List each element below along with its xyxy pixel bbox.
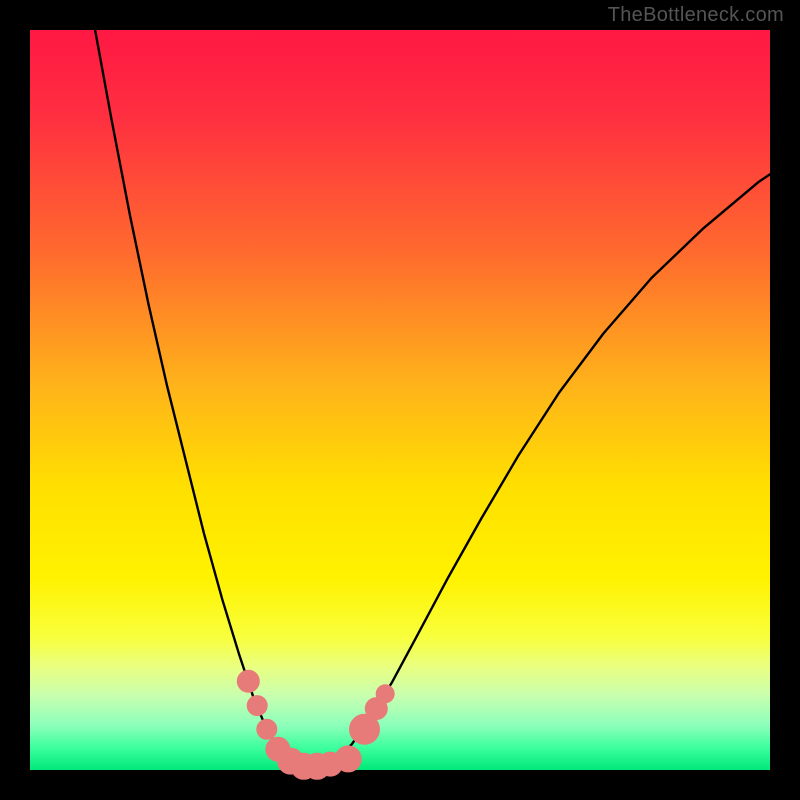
chart-container: TheBottleneck.com: [0, 0, 800, 800]
plot-background: [30, 30, 770, 770]
data-node: [257, 719, 277, 739]
data-node: [247, 696, 267, 716]
watermark: TheBottleneck.com: [608, 4, 784, 27]
data-node: [376, 685, 394, 703]
data-node: [237, 670, 259, 692]
data-node: [335, 746, 361, 772]
bottleneck-chart: [0, 0, 800, 800]
